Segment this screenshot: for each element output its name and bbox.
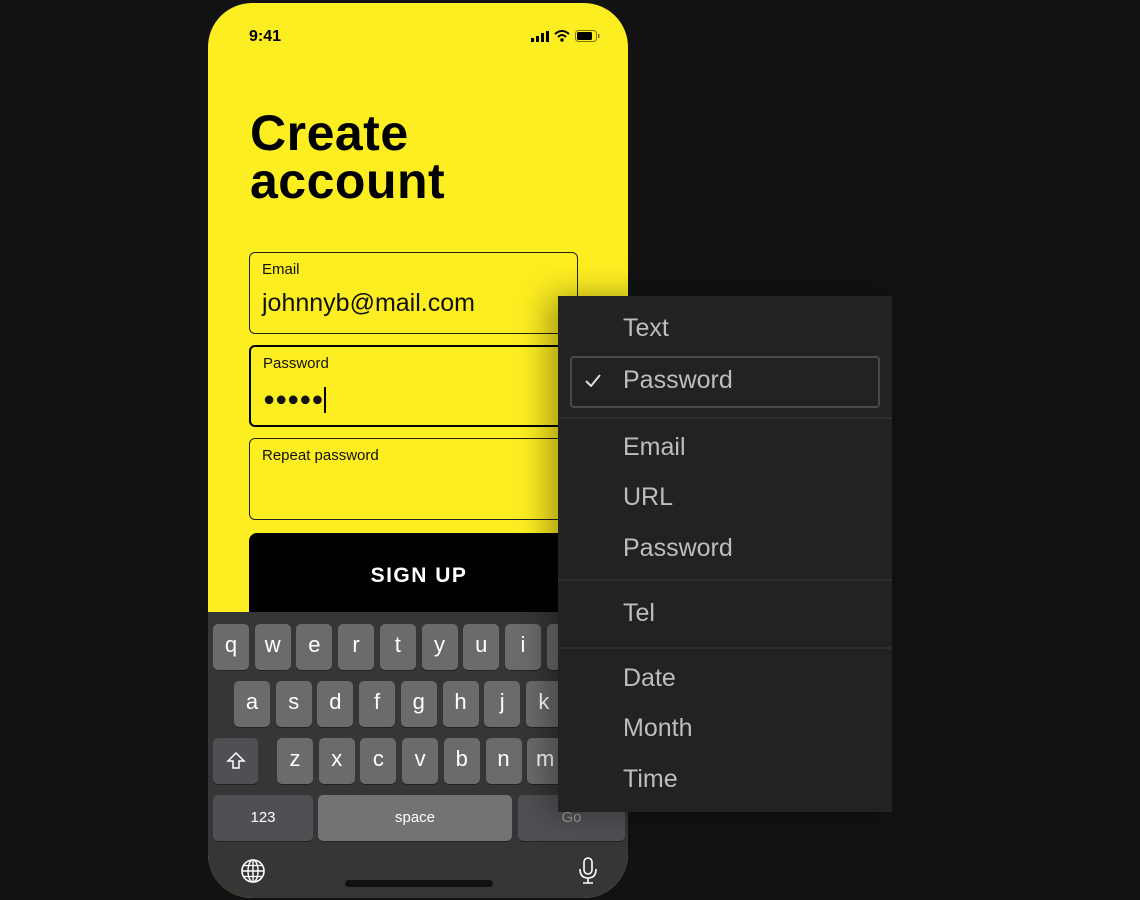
- numbers-key[interactable]: 123: [213, 795, 313, 841]
- key-a[interactable]: a: [234, 681, 270, 727]
- repeat-password-field[interactable]: Repeat password: [249, 438, 578, 520]
- email-value: johnnyb@mail.com: [262, 289, 475, 317]
- key-c[interactable]: c: [360, 738, 397, 784]
- password-field[interactable]: Password ●●●●●: [249, 345, 578, 427]
- menu-item-password[interactable]: Password: [623, 366, 733, 395]
- key-s[interactable]: s: [275, 681, 312, 727]
- key-b[interactable]: b: [443, 738, 480, 784]
- key-t[interactable]: t: [379, 624, 416, 670]
- page-title: Create account: [250, 105, 446, 209]
- key-q[interactable]: q: [213, 624, 249, 670]
- status-icons: [531, 30, 600, 42]
- shift-key[interactable]: [213, 738, 258, 784]
- sign-up-button[interactable]: SIGN UP: [249, 533, 589, 618]
- menu-item-email[interactable]: Email: [623, 433, 686, 462]
- key-w[interactable]: w: [254, 624, 291, 670]
- key-u[interactable]: u: [463, 624, 500, 670]
- email-label: Email: [262, 261, 300, 278]
- divider: [558, 579, 892, 581]
- shift-icon: [225, 751, 246, 769]
- repeat-password-label: Repeat password: [262, 447, 379, 464]
- checkmark-icon: [585, 374, 601, 387]
- menu-item-time[interactable]: Time: [623, 765, 678, 794]
- password-value: ●●●●●: [263, 388, 324, 411]
- globe-icon[interactable]: [240, 858, 266, 884]
- key-h[interactable]: h: [442, 681, 479, 727]
- wifi-icon: [554, 30, 570, 42]
- key-j[interactable]: j: [484, 681, 521, 727]
- menu-item-url[interactable]: URL: [623, 483, 673, 512]
- home-indicator: [345, 880, 493, 887]
- key-i[interactable]: i: [504, 624, 541, 670]
- space-key[interactable]: space: [318, 795, 512, 841]
- key-r[interactable]: r: [338, 624, 375, 670]
- key-f[interactable]: f: [359, 681, 396, 727]
- key-d[interactable]: d: [317, 681, 354, 727]
- key-x[interactable]: x: [318, 738, 355, 784]
- text-caret: [324, 387, 327, 413]
- microphone-icon[interactable]: [578, 857, 598, 885]
- divider: [558, 417, 892, 419]
- battery-icon: [575, 30, 600, 42]
- key-k[interactable]: k: [525, 681, 562, 727]
- key-n[interactable]: n: [485, 738, 522, 784]
- menu-item-password[interactable]: Password: [623, 534, 733, 563]
- key-g[interactable]: g: [400, 681, 437, 727]
- menu-item-month[interactable]: Month: [623, 714, 692, 743]
- email-field[interactable]: Email johnnyb@mail.com: [249, 252, 578, 334]
- divider: [558, 647, 892, 649]
- password-label: Password: [263, 355, 329, 372]
- key-v[interactable]: v: [402, 738, 439, 784]
- input-type-dropdown: Text Password Email URL Password Tel Date Month…: [558, 296, 892, 812]
- menu-item-date[interactable]: Date: [623, 664, 676, 693]
- key-y[interactable]: y: [421, 624, 458, 670]
- menu-item-text[interactable]: Text: [623, 314, 669, 343]
- signal-icon: [531, 30, 549, 42]
- status-time: 9:41: [249, 28, 282, 45]
- key-e[interactable]: e: [296, 624, 333, 670]
- key-z[interactable]: z: [277, 738, 313, 784]
- menu-item-tel[interactable]: Tel: [623, 599, 655, 628]
